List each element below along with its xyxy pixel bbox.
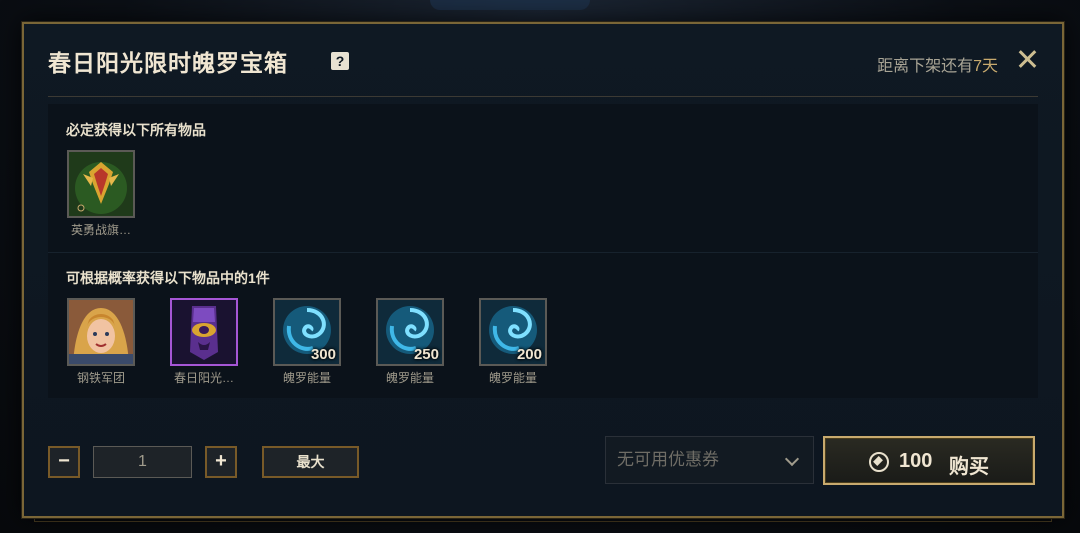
buy-button[interactable]: 100 购买 [823, 436, 1035, 485]
item-quantity: 300 [310, 346, 336, 363]
purple-banner-icon [170, 298, 238, 366]
random-item[interactable]: 钢铁军团 [66, 298, 136, 386]
background-top-bar [430, 0, 590, 10]
item-label: 魄罗能量 [282, 371, 331, 385]
poro-energy-swirl-icon: 300 [273, 298, 341, 366]
price-value: 100 [899, 450, 933, 472]
increase-quantity-button[interactable]: + [205, 446, 237, 478]
random-item[interactable]: 春日阳光… [169, 298, 239, 386]
coupon-value: 无可用优惠券 [617, 450, 719, 469]
item-label: 钢铁军团 [76, 371, 125, 385]
item-label: 英勇战旗… [70, 223, 131, 237]
poro-energy-swirl-icon: 250 [376, 298, 444, 366]
item-label: 魄罗能量 [488, 371, 537, 385]
dialog-header: 春日阳光限时魄罗宝箱 ? 距离下架还有7天 [48, 42, 1038, 82]
timer-prefix: 距离下架还有 [877, 58, 974, 75]
item-quantity: 200 [516, 346, 542, 363]
item-quantity: 250 [413, 346, 439, 363]
guaranteed-item[interactable]: 英勇战旗… [66, 150, 136, 238]
max-quantity-button[interactable]: 最大 [262, 446, 359, 478]
champion-skin-portrait [67, 298, 135, 366]
coupon-dropdown[interactable]: 无可用优惠券 [605, 436, 814, 484]
chevron-down-icon [784, 451, 800, 467]
timer-days: 7天 [973, 58, 998, 75]
guaranteed-section-title: 必定获得以下所有物品 [66, 122, 206, 138]
banner-emblem-icon [67, 150, 135, 218]
help-icon[interactable]: ? [331, 52, 349, 70]
dialog-title: 春日阳光限时魄罗宝箱 [48, 50, 288, 76]
currency-coin-icon [869, 452, 889, 472]
random-section-title: 可根据概率获得以下物品中的1件 [66, 270, 270, 286]
close-icon[interactable] [1016, 48, 1038, 70]
expiry-timer: 距离下架还有7天 [877, 52, 998, 76]
rewards-panel: 必定获得以下所有物品 英勇战旗… 可根据概率获得以下物品中的1件 钢铁军团 春日… [48, 104, 1038, 398]
random-item[interactable]: 300 魄罗能量 [272, 298, 342, 386]
header-divider [48, 96, 1038, 97]
random-item[interactable]: 200 魄罗能量 [478, 298, 548, 386]
item-label: 魄罗能量 [385, 371, 434, 385]
item-label: 春日阳光… [173, 371, 234, 385]
random-item[interactable]: 250 魄罗能量 [375, 298, 445, 386]
section-divider [48, 252, 1038, 253]
quantity-input[interactable]: 1 [93, 446, 192, 478]
purchase-bar: − 1 + 最大 无可用优惠券 100 购买 [48, 436, 1038, 486]
decrease-quantity-button[interactable]: − [48, 446, 80, 478]
buy-label: 购买 [949, 456, 989, 478]
chest-dialog: 春日阳光限时魄罗宝箱 ? 距离下架还有7天 必定获得以下所有物品 英勇战旗… 可… [22, 22, 1064, 518]
poro-energy-swirl-icon: 200 [479, 298, 547, 366]
